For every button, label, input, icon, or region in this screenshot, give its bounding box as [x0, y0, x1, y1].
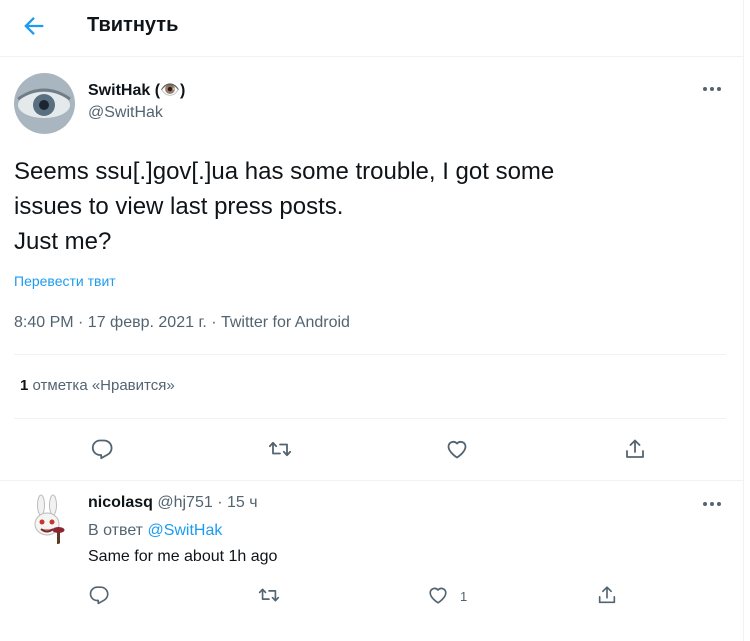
reply-header: nicolasq @hj751 · 15 ч [88, 494, 258, 512]
retweet-icon[interactable] [258, 584, 280, 606]
share-icon[interactable] [623, 437, 647, 461]
divider [14, 418, 726, 419]
reply-author-handle[interactable]: @hj751 [157, 494, 212, 511]
back-arrow-icon[interactable] [20, 12, 48, 40]
like-icon[interactable] [445, 437, 469, 461]
in-reply-to: В ответ @SwitHak [88, 522, 222, 540]
page-title: Твитнуть [87, 14, 179, 36]
tweet-text: Seems ssu[.]gov[.]ua has some trouble, I… [14, 154, 714, 259]
avatar-eye-image [14, 73, 75, 134]
divider [14, 354, 726, 355]
reply-time[interactable]: · 15 ч [213, 494, 257, 511]
reply-like-count: 1 [460, 589, 468, 604]
in-reply-prefix: В ответ [88, 522, 148, 539]
share-icon[interactable] [596, 584, 618, 606]
reply-text: Same for me about 1h ago [88, 548, 278, 565]
divider [0, 480, 743, 481]
more-icon[interactable] [700, 85, 724, 93]
avatar[interactable] [14, 73, 75, 134]
tweet-timestamp[interactable]: 8:40 PM · 17 февр. 2021 г. · Twitter for… [14, 314, 350, 332]
translate-tweet-link[interactable]: Перевести твит [14, 273, 116, 289]
more-icon[interactable] [700, 500, 724, 508]
likes-label: отметка «Нравится» [28, 377, 175, 394]
tweet-text-line: issues to view last press posts. [14, 193, 344, 220]
reply-avatar[interactable] [21, 492, 75, 546]
likes-summary[interactable]: 1 отметка «Нравится» [20, 377, 175, 394]
page-header: Твитнуть [0, 0, 743, 57]
author-name[interactable]: SwitHak (👁️) [88, 80, 185, 100]
like-icon[interactable] [427, 584, 449, 606]
reply-author-name[interactable]: nicolasq [88, 494, 153, 511]
avatar-rabbid-image [21, 492, 75, 546]
reply-icon[interactable] [88, 584, 110, 606]
author-handle[interactable]: @SwitHak [88, 104, 163, 122]
reply-icon[interactable] [90, 437, 114, 461]
tweet-text-line: Seems ssu[.]gov[.]ua has some trouble, I… [14, 158, 555, 185]
reply-mention-link[interactable]: @SwitHak [147, 522, 222, 539]
retweet-icon[interactable] [268, 437, 292, 461]
tweet-text-line: Just me? [14, 228, 112, 255]
tweet-page: Твитнуть SwitHak (👁️) @SwitHak Seems ssu… [0, 0, 744, 641]
